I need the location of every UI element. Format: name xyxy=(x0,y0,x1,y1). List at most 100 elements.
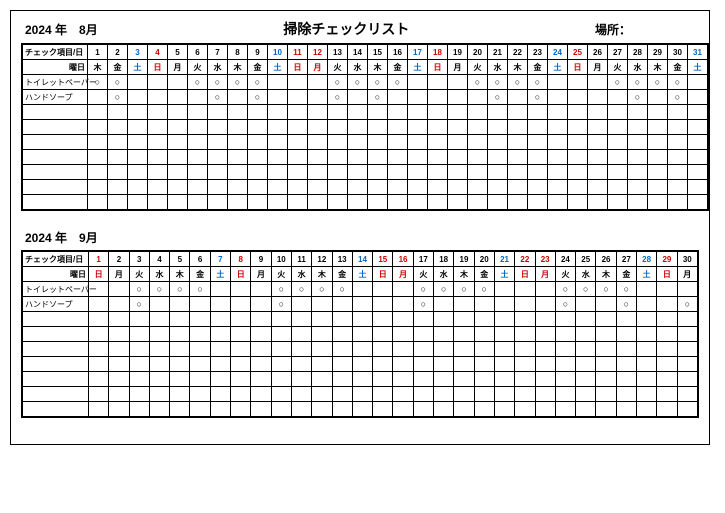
check-cell[interactable] xyxy=(208,165,228,180)
check-cell[interactable] xyxy=(108,150,128,165)
check-cell[interactable] xyxy=(688,135,709,150)
check-cell[interactable] xyxy=(170,342,190,357)
check-cell[interactable] xyxy=(668,165,688,180)
check-cell[interactable]: ○ xyxy=(348,75,368,90)
check-cell[interactable] xyxy=(434,357,454,372)
check-cell[interactable] xyxy=(474,402,494,418)
check-cell[interactable] xyxy=(488,120,508,135)
check-cell[interactable] xyxy=(388,135,408,150)
check-cell[interactable] xyxy=(596,297,616,312)
check-cell[interactable] xyxy=(228,90,248,105)
check-cell[interactable] xyxy=(568,165,588,180)
check-cell[interactable] xyxy=(448,135,468,150)
check-cell[interactable]: ○ xyxy=(668,90,688,105)
check-cell[interactable] xyxy=(332,372,352,387)
check-cell[interactable] xyxy=(129,387,149,402)
check-cell[interactable] xyxy=(352,282,372,297)
check-cell[interactable] xyxy=(288,195,308,211)
check-cell[interactable] xyxy=(348,180,368,195)
check-cell[interactable] xyxy=(288,90,308,105)
check-cell[interactable] xyxy=(413,387,433,402)
check-cell[interactable] xyxy=(576,342,596,357)
check-cell[interactable] xyxy=(332,357,352,372)
check-cell[interactable] xyxy=(271,372,291,387)
check-cell[interactable] xyxy=(616,387,636,402)
check-cell[interactable] xyxy=(352,402,372,418)
check-cell[interactable] xyxy=(677,387,698,402)
check-cell[interactable] xyxy=(128,150,148,165)
check-cell[interactable] xyxy=(210,372,230,387)
check-cell[interactable]: ○ xyxy=(332,282,352,297)
check-cell[interactable] xyxy=(312,342,332,357)
check-cell[interactable] xyxy=(332,297,352,312)
check-cell[interactable] xyxy=(348,195,368,211)
check-cell[interactable] xyxy=(368,135,388,150)
check-cell[interactable] xyxy=(448,90,468,105)
check-cell[interactable] xyxy=(271,312,291,327)
check-cell[interactable] xyxy=(393,357,413,372)
check-cell[interactable] xyxy=(616,402,636,418)
check-cell[interactable] xyxy=(148,165,168,180)
check-cell[interactable] xyxy=(168,195,188,211)
check-cell[interactable] xyxy=(428,135,448,150)
check-cell[interactable] xyxy=(588,150,608,165)
check-cell[interactable] xyxy=(448,150,468,165)
check-cell[interactable]: ○ xyxy=(488,90,508,105)
check-cell[interactable] xyxy=(268,150,288,165)
check-cell[interactable]: ○ xyxy=(271,282,291,297)
check-cell[interactable] xyxy=(291,402,311,418)
check-cell[interactable] xyxy=(434,327,454,342)
check-cell[interactable] xyxy=(190,342,210,357)
check-cell[interactable] xyxy=(488,150,508,165)
check-cell[interactable] xyxy=(576,357,596,372)
check-cell[interactable] xyxy=(208,105,228,120)
check-cell[interactable] xyxy=(128,90,148,105)
check-cell[interactable] xyxy=(454,312,474,327)
check-cell[interactable] xyxy=(248,150,268,165)
check-cell[interactable] xyxy=(88,105,108,120)
check-cell[interactable] xyxy=(648,90,668,105)
check-cell[interactable] xyxy=(373,327,393,342)
check-cell[interactable] xyxy=(388,105,408,120)
check-cell[interactable] xyxy=(312,387,332,402)
check-cell[interactable] xyxy=(688,105,709,120)
check-cell[interactable] xyxy=(251,387,271,402)
check-cell[interactable] xyxy=(648,195,668,211)
check-cell[interactable] xyxy=(428,180,448,195)
check-cell[interactable] xyxy=(508,135,528,150)
check-cell[interactable] xyxy=(628,105,648,120)
check-cell[interactable] xyxy=(231,387,251,402)
check-cell[interactable] xyxy=(628,165,648,180)
check-cell[interactable] xyxy=(657,282,677,297)
check-cell[interactable] xyxy=(148,120,168,135)
check-cell[interactable] xyxy=(657,327,677,342)
check-cell[interactable] xyxy=(128,105,148,120)
check-cell[interactable] xyxy=(228,165,248,180)
check-cell[interactable] xyxy=(88,312,108,327)
check-cell[interactable] xyxy=(373,372,393,387)
check-cell[interactable] xyxy=(248,135,268,150)
check-cell[interactable] xyxy=(388,195,408,211)
check-cell[interactable] xyxy=(636,342,656,357)
check-cell[interactable] xyxy=(576,387,596,402)
check-cell[interactable] xyxy=(291,372,311,387)
check-cell[interactable] xyxy=(208,135,228,150)
check-cell[interactable] xyxy=(210,357,230,372)
check-cell[interactable] xyxy=(608,135,628,150)
check-cell[interactable] xyxy=(555,312,575,327)
check-cell[interactable] xyxy=(677,342,698,357)
check-cell[interactable] xyxy=(248,120,268,135)
check-cell[interactable] xyxy=(188,180,208,195)
check-cell[interactable] xyxy=(393,372,413,387)
check-cell[interactable] xyxy=(535,342,555,357)
check-cell[interactable] xyxy=(251,297,271,312)
check-cell[interactable] xyxy=(488,105,508,120)
check-cell[interactable] xyxy=(291,387,311,402)
check-cell[interactable] xyxy=(535,312,555,327)
check-cell[interactable] xyxy=(308,75,328,90)
check-cell[interactable] xyxy=(508,150,528,165)
check-cell[interactable] xyxy=(535,387,555,402)
check-cell[interactable] xyxy=(373,402,393,418)
check-cell[interactable] xyxy=(528,120,548,135)
check-cell[interactable] xyxy=(548,195,568,211)
